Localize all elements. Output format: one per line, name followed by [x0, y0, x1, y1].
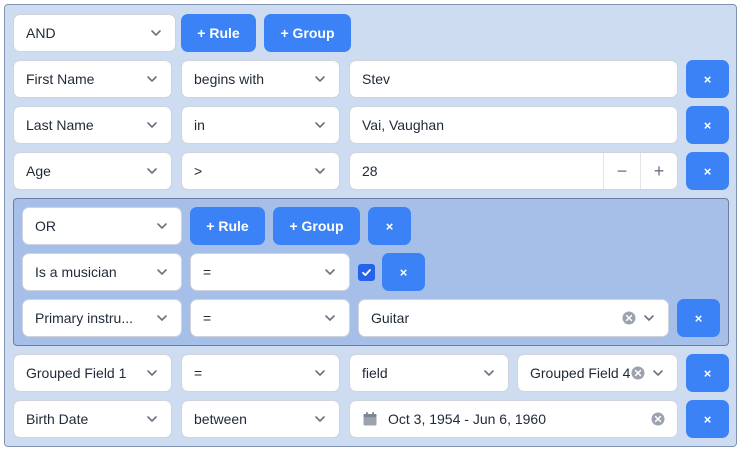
musician-checkbox[interactable] [358, 264, 375, 281]
date-range-input[interactable]: Oct 3, 1954 - Jun 6, 1960 [349, 400, 678, 438]
rule-value-select[interactable]: Grouped Field 4 [517, 354, 678, 392]
rule-value-label: Guitar [371, 310, 410, 326]
rule-operator-select[interactable]: = [181, 354, 340, 392]
rule-operator-label: = [194, 365, 203, 381]
rule-field-label: First Name [26, 71, 95, 87]
rule-operator-select[interactable]: = [190, 299, 350, 337]
rule-operator-select[interactable]: in [181, 106, 340, 144]
rule-field-select[interactable]: Birth Date [13, 400, 172, 438]
rule-value-label: Grouped Field 4 [530, 365, 631, 381]
chevron-down-icon [147, 416, 157, 422]
rule-operator-label: = [203, 264, 212, 280]
root-combinator-label: AND [26, 25, 56, 41]
rule-operator-label: begins with [194, 71, 265, 87]
rule-field-select[interactable]: First Name [13, 60, 172, 98]
remove-rule-button[interactable]: × [686, 400, 729, 438]
clear-icon[interactable] [622, 311, 636, 325]
chevron-down-icon [315, 416, 325, 422]
rule-group: OR + Rule + Group × Is a musician = × Pr… [13, 198, 729, 346]
rule-field-select[interactable]: Grouped Field 1 [13, 354, 172, 392]
rule-operator-label: between [194, 411, 247, 427]
rule-field-select[interactable]: Age [13, 152, 172, 190]
rule-operator-select[interactable]: begins with [181, 60, 340, 98]
query-builder: AND + Rule + Group First Name begins wit… [4, 4, 737, 447]
chevron-down-icon [157, 223, 167, 229]
rule-value-select[interactable]: Guitar [358, 299, 669, 337]
rule-value-input[interactable]: Stev [349, 60, 678, 98]
rule-field-label: Is a musician [35, 264, 117, 280]
rule-operator-label: = [203, 310, 212, 326]
rule-field-label: Birth Date [26, 411, 89, 427]
chevron-down-icon [315, 122, 325, 128]
chevron-down-icon [157, 269, 167, 275]
chevron-down-icon [147, 370, 157, 376]
group-combinator-label: OR [35, 218, 56, 234]
rule-field-label: Last Name [26, 117, 94, 133]
chevron-down-icon [653, 370, 663, 376]
group-add-group-button[interactable]: + Group [273, 207, 360, 245]
chevron-down-icon [644, 315, 654, 321]
rule-operator-select[interactable]: = [190, 253, 350, 291]
add-group-button[interactable]: + Group [264, 14, 351, 52]
rule-operator-label: > [194, 163, 203, 179]
clear-icon[interactable] [651, 412, 665, 426]
chevron-down-icon [484, 370, 494, 376]
value-source-select[interactable]: field [349, 354, 509, 392]
remove-rule-button[interactable]: × [686, 354, 729, 392]
rule-field-label: Primary instru... [35, 310, 134, 326]
value-source-label: field [362, 365, 388, 381]
remove-rule-button[interactable]: × [686, 106, 729, 144]
decrement-button[interactable]: − [603, 153, 640, 189]
rule-field-label: Age [26, 163, 51, 179]
remove-rule-button[interactable]: × [382, 253, 425, 291]
chevron-down-icon [147, 122, 157, 128]
group-combinator-select[interactable]: OR [22, 207, 182, 245]
rule-value-text: Stev [362, 71, 391, 87]
group-add-rule-button[interactable]: + Rule [190, 207, 265, 245]
rule-field-select[interactable]: Last Name [13, 106, 172, 144]
increment-button[interactable]: + [640, 153, 677, 189]
chevron-down-icon [157, 315, 167, 321]
root-combinator-select[interactable]: AND [13, 14, 176, 52]
remove-rule-button[interactable]: × [686, 60, 729, 98]
remove-rule-button[interactable]: × [677, 299, 720, 337]
chevron-down-icon [325, 315, 335, 321]
calendar-icon [363, 412, 377, 426]
chevron-down-icon [315, 370, 325, 376]
age-number-input[interactable]: 28 − + [349, 152, 678, 190]
chevron-down-icon [325, 269, 335, 275]
checkmark-icon [362, 269, 371, 276]
rule-value-input[interactable]: Vai, Vaughan [349, 106, 678, 144]
chevron-down-icon [147, 168, 157, 174]
rule-value-text: 28 [362, 163, 378, 179]
rule-operator-select[interactable]: between [181, 400, 340, 438]
clear-icon[interactable] [631, 366, 645, 380]
chevron-down-icon [147, 76, 157, 82]
remove-group-button[interactable]: × [368, 207, 411, 245]
rule-field-select[interactable]: Primary instru... [22, 299, 182, 337]
rule-field-label: Grouped Field 1 [26, 365, 127, 381]
chevron-down-icon [315, 168, 325, 174]
chevron-down-icon [151, 30, 161, 36]
rule-operator-label: in [194, 117, 205, 133]
chevron-down-icon [315, 76, 325, 82]
rule-operator-select[interactable]: > [181, 152, 340, 190]
rule-value-text: Vai, Vaughan [362, 117, 444, 133]
rule-field-select[interactable]: Is a musician [22, 253, 182, 291]
remove-rule-button[interactable]: × [686, 152, 729, 190]
add-rule-button[interactable]: + Rule [181, 14, 256, 52]
date-range-value: Oct 3, 1954 - Jun 6, 1960 [388, 411, 546, 427]
